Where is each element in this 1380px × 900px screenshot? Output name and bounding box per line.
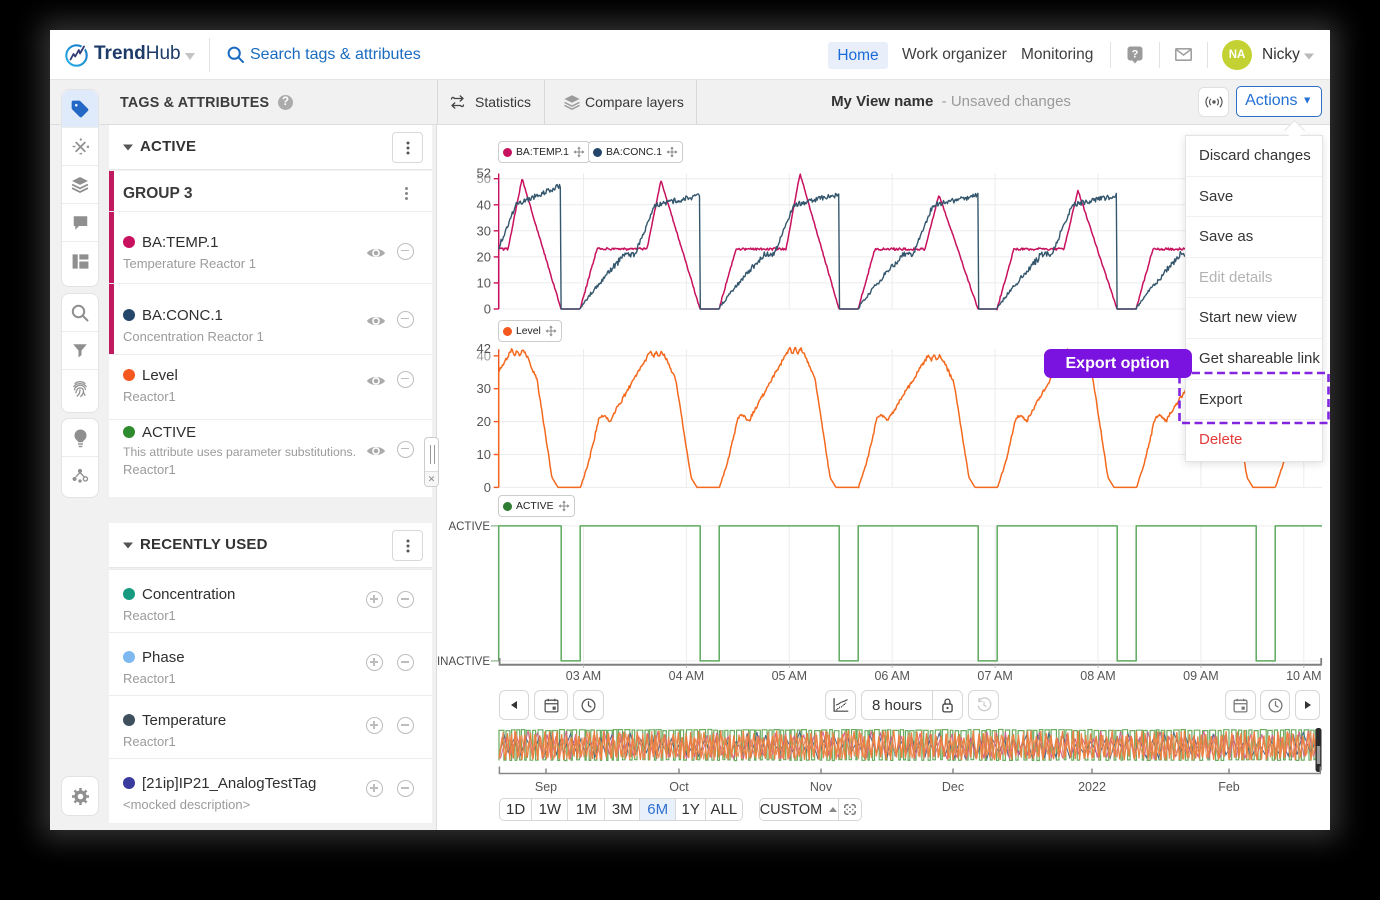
svg-text:Nov: Nov: [810, 780, 833, 794]
svg-text:42: 42: [477, 341, 491, 356]
svg-text:10: 10: [477, 275, 491, 290]
svg-text:06 AM: 06 AM: [874, 669, 909, 683]
svg-text:30: 30: [477, 381, 491, 396]
svg-text:0: 0: [484, 302, 491, 317]
svg-text:0: 0: [484, 480, 491, 495]
svg-text:Oct: Oct: [669, 780, 689, 794]
svg-text:Feb: Feb: [1218, 780, 1240, 794]
svg-text:07 AM: 07 AM: [977, 669, 1012, 683]
svg-text:40: 40: [477, 197, 491, 212]
svg-text:09 AM: 09 AM: [1183, 669, 1218, 683]
svg-text:05 AM: 05 AM: [772, 669, 807, 683]
svg-text:INACTIVE: INACTIVE: [437, 656, 490, 668]
svg-text:Dec: Dec: [942, 780, 964, 794]
svg-text:08 AM: 08 AM: [1080, 669, 1115, 683]
svg-text:2022: 2022: [1078, 780, 1106, 794]
svg-text:30: 30: [477, 223, 491, 238]
svg-text:10: 10: [477, 447, 491, 462]
svg-text:52: 52: [477, 166, 491, 181]
svg-text:20: 20: [477, 414, 491, 429]
svg-text:?: ?: [1132, 48, 1139, 60]
svg-text:20: 20: [477, 249, 491, 264]
svg-text:Sep: Sep: [535, 780, 557, 794]
svg-text:03 AM: 03 AM: [566, 669, 601, 683]
svg-text:04 AM: 04 AM: [669, 669, 704, 683]
svg-text:10 AM: 10 AM: [1286, 669, 1321, 683]
svg-text:ACTIVE: ACTIVE: [448, 521, 490, 533]
